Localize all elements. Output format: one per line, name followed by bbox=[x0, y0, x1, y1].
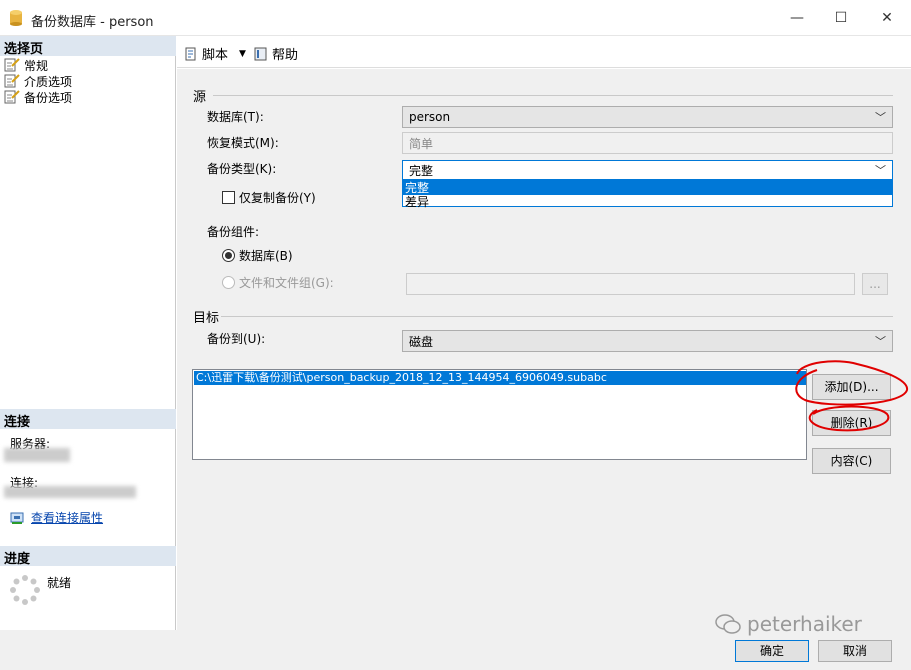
maximize-button[interactable]: ☐ bbox=[818, 0, 864, 36]
destination-group-label: 目标 bbox=[193, 311, 220, 326]
watermark: peterhaiker bbox=[715, 612, 862, 636]
chevron-down-icon: ﹀ bbox=[875, 335, 886, 348]
redacted-connection bbox=[4, 486, 136, 498]
backup-type-dropdown: 完整 差异 bbox=[402, 180, 893, 209]
content-area: 源 数据库(T): person ﹀ 恢复模式(M): 简单 备份类型(K): … bbox=[177, 69, 911, 630]
contents-button[interactable]: 内容(C) bbox=[812, 448, 891, 474]
nav-item-label: 备份选项 bbox=[24, 90, 73, 105]
destination-list-item[interactable]: C:\迅雷下载\备份测试\person_backup_2018_12_13_14… bbox=[194, 371, 806, 385]
connection-properties-icon bbox=[10, 512, 24, 524]
annotation-circles bbox=[795, 360, 908, 432]
close-button[interactable]: ✕ bbox=[864, 0, 910, 36]
script-label: 脚本 bbox=[202, 48, 229, 63]
title-bar: 备份数据库 - person — ☐ ✕ bbox=[0, 0, 911, 36]
minimize-button[interactable]: — bbox=[774, 0, 820, 36]
database-combo[interactable]: person ﹀ bbox=[402, 106, 893, 128]
source-group-label: 源 bbox=[193, 90, 207, 105]
page-icon bbox=[4, 90, 20, 104]
copy-only-checkbox[interactable] bbox=[222, 191, 235, 204]
page-icon bbox=[4, 74, 20, 88]
radio-dot bbox=[225, 252, 232, 259]
help-label: 帮助 bbox=[272, 48, 299, 63]
script-button[interactable]: 脚本 ▼ bbox=[183, 44, 246, 63]
watermark-text: peterhaiker bbox=[747, 612, 862, 636]
help-button[interactable]: 帮助 bbox=[253, 44, 298, 63]
browse-button: ... bbox=[862, 273, 888, 295]
destination-list[interactable]: C:\迅雷下载\备份测试\person_backup_2018_12_13_14… bbox=[192, 369, 807, 460]
nav-item-media-options[interactable]: 介质选项 bbox=[4, 73, 72, 89]
ok-button[interactable]: 确定 bbox=[735, 640, 809, 662]
backup-type-label: 备份类型(K): bbox=[207, 162, 277, 176]
wechat-icon bbox=[715, 614, 741, 634]
backup-to-value: 磁盘 bbox=[409, 334, 434, 349]
divider bbox=[213, 95, 893, 96]
component-label: 备份组件: bbox=[207, 225, 260, 239]
backup-type-value: 完整 bbox=[409, 163, 434, 178]
left-pane: 选择页 常规 介质选项 备份选项 连接 服务器: 连接: 查看连接属性 进度 就… bbox=[0, 36, 176, 630]
files-input bbox=[406, 273, 855, 295]
link-text[interactable]: 查看连接属性 bbox=[31, 509, 103, 526]
dropdown-option-full[interactable]: 完整 bbox=[403, 181, 892, 195]
recovery-value: 简单 bbox=[409, 136, 434, 151]
radio-database[interactable] bbox=[222, 249, 235, 262]
spinner-icon bbox=[10, 575, 40, 605]
nav-item-label: 介质选项 bbox=[24, 74, 73, 89]
chevron-down-icon: ﹀ bbox=[875, 164, 886, 177]
redacted-server bbox=[4, 448, 70, 462]
database-label: 数据库(T): bbox=[207, 110, 264, 124]
cancel-button[interactable]: 取消 bbox=[818, 640, 892, 662]
progress-header: 进度 bbox=[0, 546, 176, 567]
backup-to-combo[interactable]: 磁盘 ﹀ bbox=[402, 330, 893, 352]
nav-item-general[interactable]: 常规 bbox=[4, 57, 48, 73]
pages-header: 选择页 bbox=[0, 36, 176, 57]
progress-status: 就绪 bbox=[47, 576, 72, 590]
window-title: 备份数据库 - person bbox=[31, 15, 154, 30]
radio-database-label: 数据库(B) bbox=[239, 249, 293, 263]
help-icon bbox=[254, 47, 267, 60]
nav-item-backup-options[interactable]: 备份选项 bbox=[4, 89, 72, 105]
view-connection-properties-link[interactable]: 查看连接属性 bbox=[10, 509, 103, 526]
recovery-field: 简单 bbox=[402, 132, 893, 154]
database-icon bbox=[10, 10, 22, 26]
divider bbox=[221, 316, 893, 317]
copy-only-label: 仅复制备份(Y) bbox=[239, 191, 316, 205]
page-icon bbox=[4, 58, 20, 72]
nav-item-label: 常规 bbox=[24, 58, 49, 73]
radio-files bbox=[222, 276, 235, 289]
dropdown-option-differential[interactable]: 差异 bbox=[403, 195, 892, 209]
connection-header: 连接 bbox=[0, 409, 176, 430]
footer: 确定 取消 bbox=[0, 630, 911, 670]
script-icon bbox=[185, 47, 196, 60]
recovery-label: 恢复模式(M): bbox=[207, 136, 279, 150]
chevron-down-icon: ﹀ bbox=[875, 111, 886, 124]
toolbar: 脚本 ▼ 帮助 bbox=[177, 36, 911, 68]
chevron-down-icon[interactable]: ▼ bbox=[239, 49, 246, 59]
backup-type-combo[interactable]: 完整 ﹀ bbox=[402, 160, 893, 180]
backup-to-label: 备份到(U): bbox=[207, 332, 266, 346]
database-value: person bbox=[409, 110, 451, 124]
radio-files-label: 文件和文件组(G): bbox=[239, 276, 334, 290]
